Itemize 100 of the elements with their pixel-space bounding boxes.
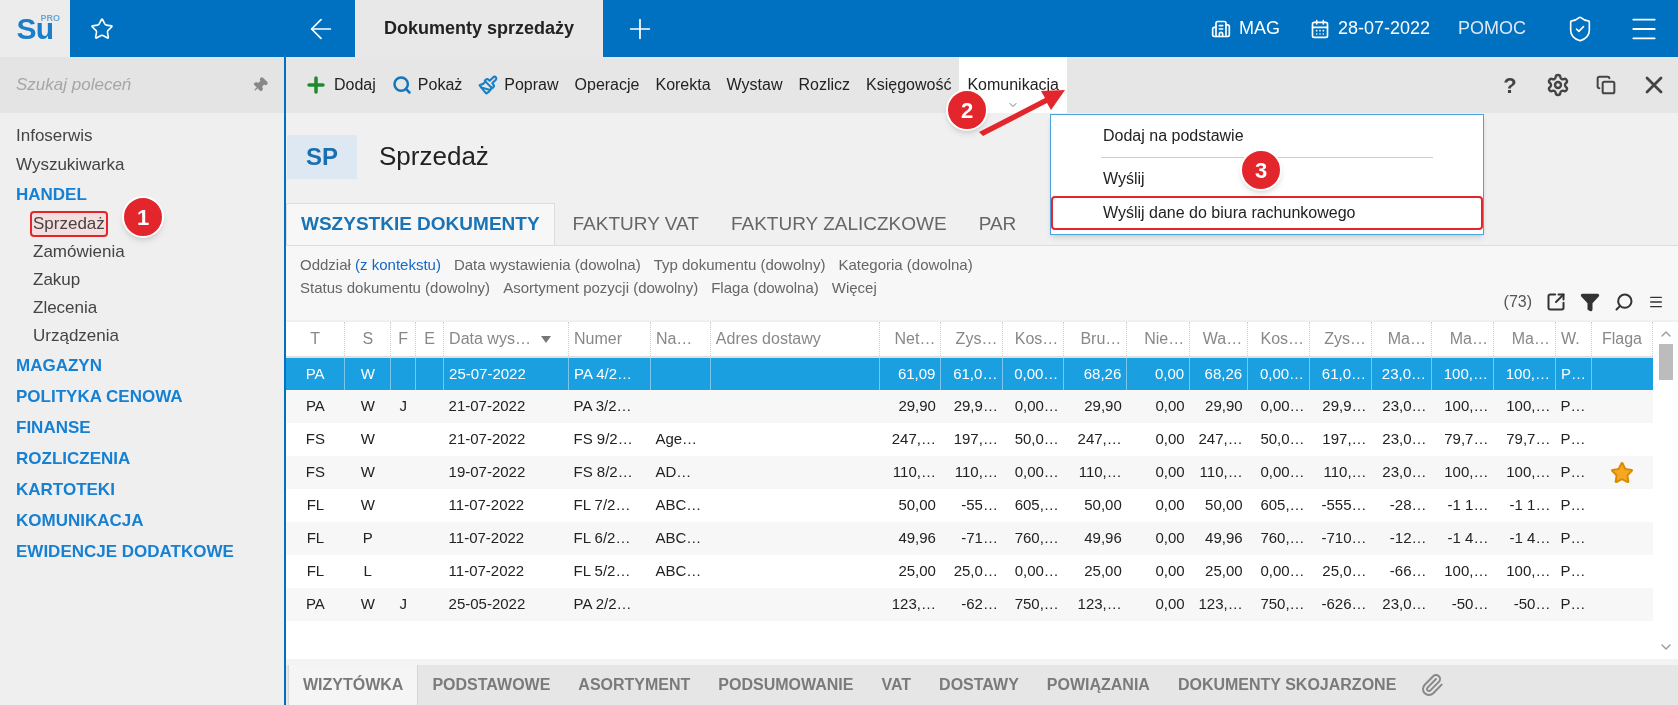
menu-icon[interactable] bbox=[1648, 294, 1664, 310]
table-row[interactable]: FL W 11-07-2022 FL 7/2… ABC… 50,00 -55… 605,… 50,00 0,00 50,00 605,… -555… -28… -1 1… -1 1… P… bbox=[286, 489, 1653, 522]
toolbar-button[interactable]: Operacje bbox=[566, 57, 648, 113]
table-cell: 110,… bbox=[1199, 463, 1243, 481]
help-link[interactable]: POMOC bbox=[1458, 15, 1526, 42]
table-row[interactable]: FL L 11-07-2022 FL 5/2… ABC… 25,00 25,0… 0,00… 25,00 0,00 25,00 0,00… 25,0… -66… 100,… 100,… P… bbox=[286, 555, 1653, 588]
sidebar-section[interactable]: KARTOTEKI bbox=[16, 474, 284, 505]
table-row[interactable]: PA W J 25-05-2022 PA 2/2… 123,… -62… 750,… 123,… 0,00 123,… 750,… -626… 23,0… -50… -50… P… bbox=[286, 588, 1653, 621]
sidebar-item[interactable]: Urządzenia bbox=[30, 323, 122, 349]
filter-icon[interactable] bbox=[1580, 292, 1600, 312]
date-label[interactable]: 28-07-2022 bbox=[1337, 15, 1430, 42]
table-cell: -50… bbox=[1513, 595, 1551, 613]
filter-link[interactable]: Status dokumentu (dowolny) bbox=[300, 277, 491, 300]
filter-link[interactable]: Asortyment pozycji (dowolny) bbox=[503, 277, 699, 300]
table-cell: 197,… bbox=[953, 430, 998, 448]
bottom-tab[interactable]: PODSUMOWANIE bbox=[704, 665, 868, 705]
sidebar-section[interactable]: EWIDENCJE DODATKOWE bbox=[16, 536, 284, 567]
bottom-tab[interactable]: WIZYTÓWKA bbox=[288, 665, 419, 705]
filter-link[interactable]: Kategoria (dowolna) bbox=[838, 254, 973, 277]
column-header[interactable]: S bbox=[344, 322, 391, 357]
tab[interactable]: FAKTURY VAT bbox=[558, 203, 713, 245]
table-cell: 605,… bbox=[1260, 496, 1305, 514]
toolbar-button[interactable]: Korekta bbox=[647, 57, 719, 113]
column-header[interactable]: F bbox=[390, 322, 416, 357]
bottom-tab[interactable]: DOKUMENTY SKOJARZONE bbox=[1163, 665, 1411, 705]
sidebar-item[interactable]: Sprzedaż bbox=[30, 211, 108, 237]
bottom-tab[interactable]: POWIĄZANIA bbox=[1032, 665, 1164, 705]
table-cell: 0,00 bbox=[1155, 463, 1185, 481]
table-cell: -1 1… bbox=[1509, 496, 1551, 514]
scrollbar-thumb[interactable] bbox=[1658, 344, 1673, 380]
table-cell: 247,… bbox=[1077, 430, 1122, 448]
sidebar-item[interactable]: Zlecenia bbox=[30, 295, 101, 321]
filter-link[interactable]: Typ dokumentu (dowolny) bbox=[653, 254, 826, 277]
sidebar-section[interactable]: KOMUNIKACJA bbox=[16, 505, 284, 536]
toolbar-button[interactable]: Pokaż bbox=[383, 57, 471, 113]
column-header[interactable]: Flaga bbox=[1591, 322, 1653, 357]
export-icon[interactable] bbox=[1546, 292, 1566, 312]
settings-icon[interactable] bbox=[1546, 73, 1570, 97]
toolbar-button[interactable]: Dodaj bbox=[296, 57, 384, 113]
table-row[interactable]: FL P 11-07-2022 FL 6/2… ABC… 49,96 -71… 760,… 49,96 0,00 49,96 760,… -710… -12… -1 4… -1 4… P… bbox=[286, 522, 1653, 555]
sidebar-item[interactable]: Infoserwis bbox=[16, 121, 284, 150]
sidebar-item[interactable]: Zakup bbox=[30, 267, 84, 293]
column-header[interactable]: Data wys… bbox=[443, 322, 569, 357]
table-cell: 23,0… bbox=[1382, 595, 1427, 613]
column-header[interactable]: Wa… bbox=[1189, 322, 1248, 357]
column-header[interactable]: Ma… bbox=[1371, 322, 1432, 357]
column-header[interactable]: E bbox=[415, 322, 444, 357]
table-row[interactable]: PA W J 21-07-2022 PA 3/2… 29,90 29,9… 0,00… 29,90 0,00 29,90 0,00… 29,9… 23,0… 100,… 100,… P… bbox=[286, 390, 1653, 423]
table-cell: FL bbox=[306, 529, 325, 547]
search-field[interactable]: Szukaj poleceń bbox=[0, 57, 284, 113]
search-field[interactable]: Szukaj poleceń bbox=[16, 72, 244, 98]
sidebar-item[interactable]: Wyszukiwarka bbox=[16, 150, 284, 179]
column-header[interactable]: T bbox=[286, 322, 345, 357]
column-header[interactable]: Zys… bbox=[1309, 322, 1372, 357]
table-cell: 19-07-2022 bbox=[448, 463, 526, 481]
table-row[interactable]: PA W 25-07-2022 PA 4/2… 61,09 61,0… 0,00… 68,26 0,00 68,26 0,00… 61,0… 23,0… 100,… 100,… P… bbox=[286, 357, 1653, 390]
document-tab[interactable]: Dokumenty sprzedaży bbox=[355, 0, 603, 57]
bottom-tab[interactable]: VAT bbox=[867, 665, 926, 705]
column-header[interactable]: Ma… bbox=[1493, 322, 1556, 357]
column-header[interactable]: Bru… bbox=[1063, 322, 1127, 357]
tab[interactable]: PAR bbox=[964, 203, 1031, 245]
column-header[interactable]: Numer bbox=[568, 322, 651, 357]
bottom-tab[interactable]: PODSTAWOWE bbox=[418, 665, 565, 705]
restore-icon[interactable] bbox=[1596, 75, 1616, 95]
toolbar-button[interactable]: Rozlicz bbox=[790, 57, 858, 113]
column-header[interactable]: Ma… bbox=[1431, 322, 1494, 357]
sidebar-section[interactable]: ROZLICZENIA bbox=[16, 443, 284, 474]
toolbar-button[interactable]: Wystaw bbox=[718, 57, 791, 113]
sidebar-item[interactable]: Zamówienia bbox=[30, 239, 128, 265]
paperclip-icon[interactable] bbox=[1420, 673, 1445, 697]
column-header[interactable]: Kos… bbox=[1247, 322, 1310, 357]
filter-link[interactable]: Data wystawienia (dowolna) bbox=[453, 254, 641, 277]
column-header[interactable]: Net… bbox=[879, 322, 941, 357]
search-icon[interactable] bbox=[1614, 292, 1634, 312]
tab[interactable]: WSZYSTKIE DOKUMENTY bbox=[286, 203, 555, 245]
filter-link[interactable]: Oddział (z kontekstu) bbox=[300, 254, 441, 277]
table-cell: 23,0… bbox=[1381, 364, 1426, 382]
bottom-tab[interactable]: ASORTYMENT bbox=[564, 665, 705, 705]
column-header[interactable]: W. bbox=[1555, 322, 1592, 357]
sidebar-section[interactable]: FINANSE bbox=[16, 412, 284, 443]
column-header[interactable]: Nie… bbox=[1126, 322, 1190, 357]
column-header[interactable]: Zys… bbox=[940, 322, 1003, 357]
table-cell: PA 2/2… bbox=[573, 595, 632, 613]
table-row[interactable]: FS W 21-07-2022 FS 9/2… Age… 247,… 197,… 50,0… 247,… 0,00 247,… 50,0… 197,… 23,0… 79,7… 79,7… P… bbox=[286, 423, 1653, 456]
table-row[interactable]: FS W 19-07-2022 FS 8/2… AD… 110,… 110,… 0,00… 110,… 0,00 110,… 0,00… 110,… 23,0… 100,… 100,… P… bbox=[286, 456, 1653, 489]
filter-link[interactable]: Więcej bbox=[831, 277, 877, 300]
menu-item[interactable]: Wyślij dane do biura rachunkowego bbox=[1051, 196, 1483, 230]
column-header[interactable]: Adres dostawy bbox=[710, 322, 879, 357]
sidebar-section[interactable]: POLITYKA CENOWA bbox=[16, 381, 284, 412]
star-icon[interactable] bbox=[90, 16, 114, 41]
filter-link[interactable]: Flaga (dowolna) bbox=[711, 277, 819, 300]
column-header[interactable]: Kos… bbox=[1002, 322, 1064, 357]
column-header[interactable]: Na… bbox=[650, 322, 711, 357]
bottom-tab[interactable]: DOSTAWY bbox=[925, 665, 1033, 705]
toolbar-button[interactable]: Popraw bbox=[470, 57, 567, 113]
tab[interactable]: FAKTURY ZALICZKOWE bbox=[716, 203, 961, 245]
sidebar-section[interactable]: MAGAZYN bbox=[16, 350, 284, 381]
table-cell: P… bbox=[1560, 496, 1586, 514]
help-button[interactable]: ? bbox=[1486, 57, 1534, 113]
warehouse-label[interactable]: MAG bbox=[1238, 15, 1280, 42]
